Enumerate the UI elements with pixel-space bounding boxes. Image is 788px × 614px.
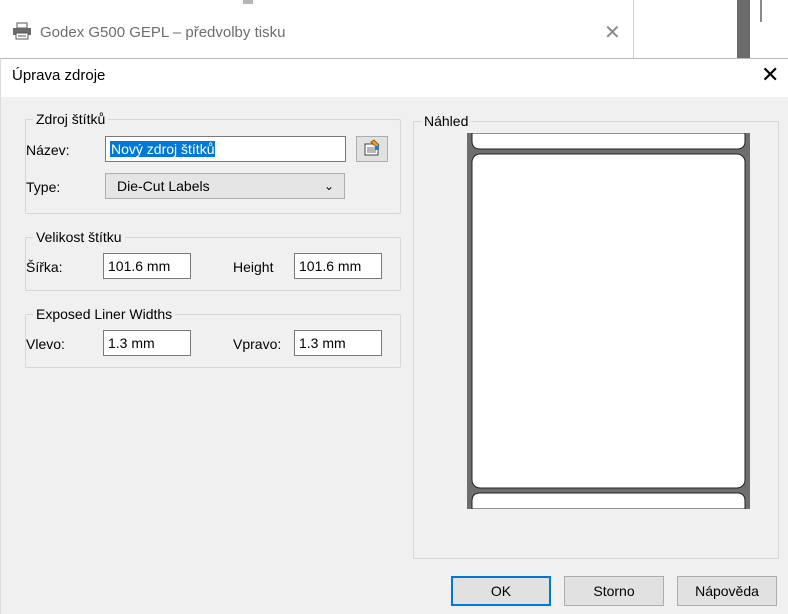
background-close-icon[interactable]: ✕: [604, 20, 621, 45]
name-input-value: Nový zdroj štítků: [110, 141, 216, 157]
browse-button[interactable]: [356, 136, 388, 162]
label-preview: [467, 132, 750, 510]
preview-main-label: [471, 153, 746, 489]
dialog-title: Úprava zdroje: [12, 67, 106, 84]
preview-top-label: [471, 132, 746, 150]
dialog-titlebar: Úprava zdroje ✕: [1, 59, 788, 97]
browse-icon: [357, 139, 387, 164]
background-scrollbar: [737, 0, 750, 60]
left-liner-input[interactable]: 1.3 mm: [103, 330, 191, 356]
preview-bottom-label: [471, 492, 746, 510]
background-decoration: [243, 0, 253, 4]
width-label: Šířka:: [26, 259, 63, 275]
left-liner-label: Vlevo:: [26, 336, 65, 352]
close-icon[interactable]: ✕: [761, 62, 779, 88]
name-label: Název:: [26, 142, 70, 158]
type-select-value: Die-Cut Labels: [117, 178, 210, 194]
right-liner-input[interactable]: 1.3 mm: [294, 330, 382, 356]
printer-icon: [12, 22, 32, 43]
cancel-button[interactable]: Storno: [564, 576, 664, 606]
group-legend: Exposed Liner Widths: [33, 306, 176, 322]
height-label: Height: [233, 259, 274, 275]
background-divider: [760, 0, 762, 22]
right-liner-label: Vpravo:: [233, 336, 282, 352]
type-select[interactable]: Die-Cut Labels ⌄: [105, 173, 345, 199]
ok-button[interactable]: OK: [451, 576, 551, 606]
group-legend: Náhled: [421, 113, 472, 129]
help-button[interactable]: Nápověda: [677, 576, 777, 606]
group-legend: Velikost štítku: [33, 229, 125, 245]
background-window-title: Godex G500 GEPL – předvolby tisku: [40, 24, 286, 41]
group-legend: Zdroj štítků: [33, 111, 109, 127]
label-source-group: Zdroj štítků: [25, 111, 401, 214]
width-input[interactable]: 101.6 mm: [103, 253, 191, 279]
height-input[interactable]: 101.6 mm: [294, 253, 382, 279]
type-label: Type:: [26, 179, 61, 195]
background-window: Godex G500 GEPL – předvolby tisku ✕: [0, 0, 634, 62]
name-input[interactable]: Nový zdroj štítků: [105, 136, 346, 162]
chevron-down-icon: ⌄: [323, 179, 334, 193]
